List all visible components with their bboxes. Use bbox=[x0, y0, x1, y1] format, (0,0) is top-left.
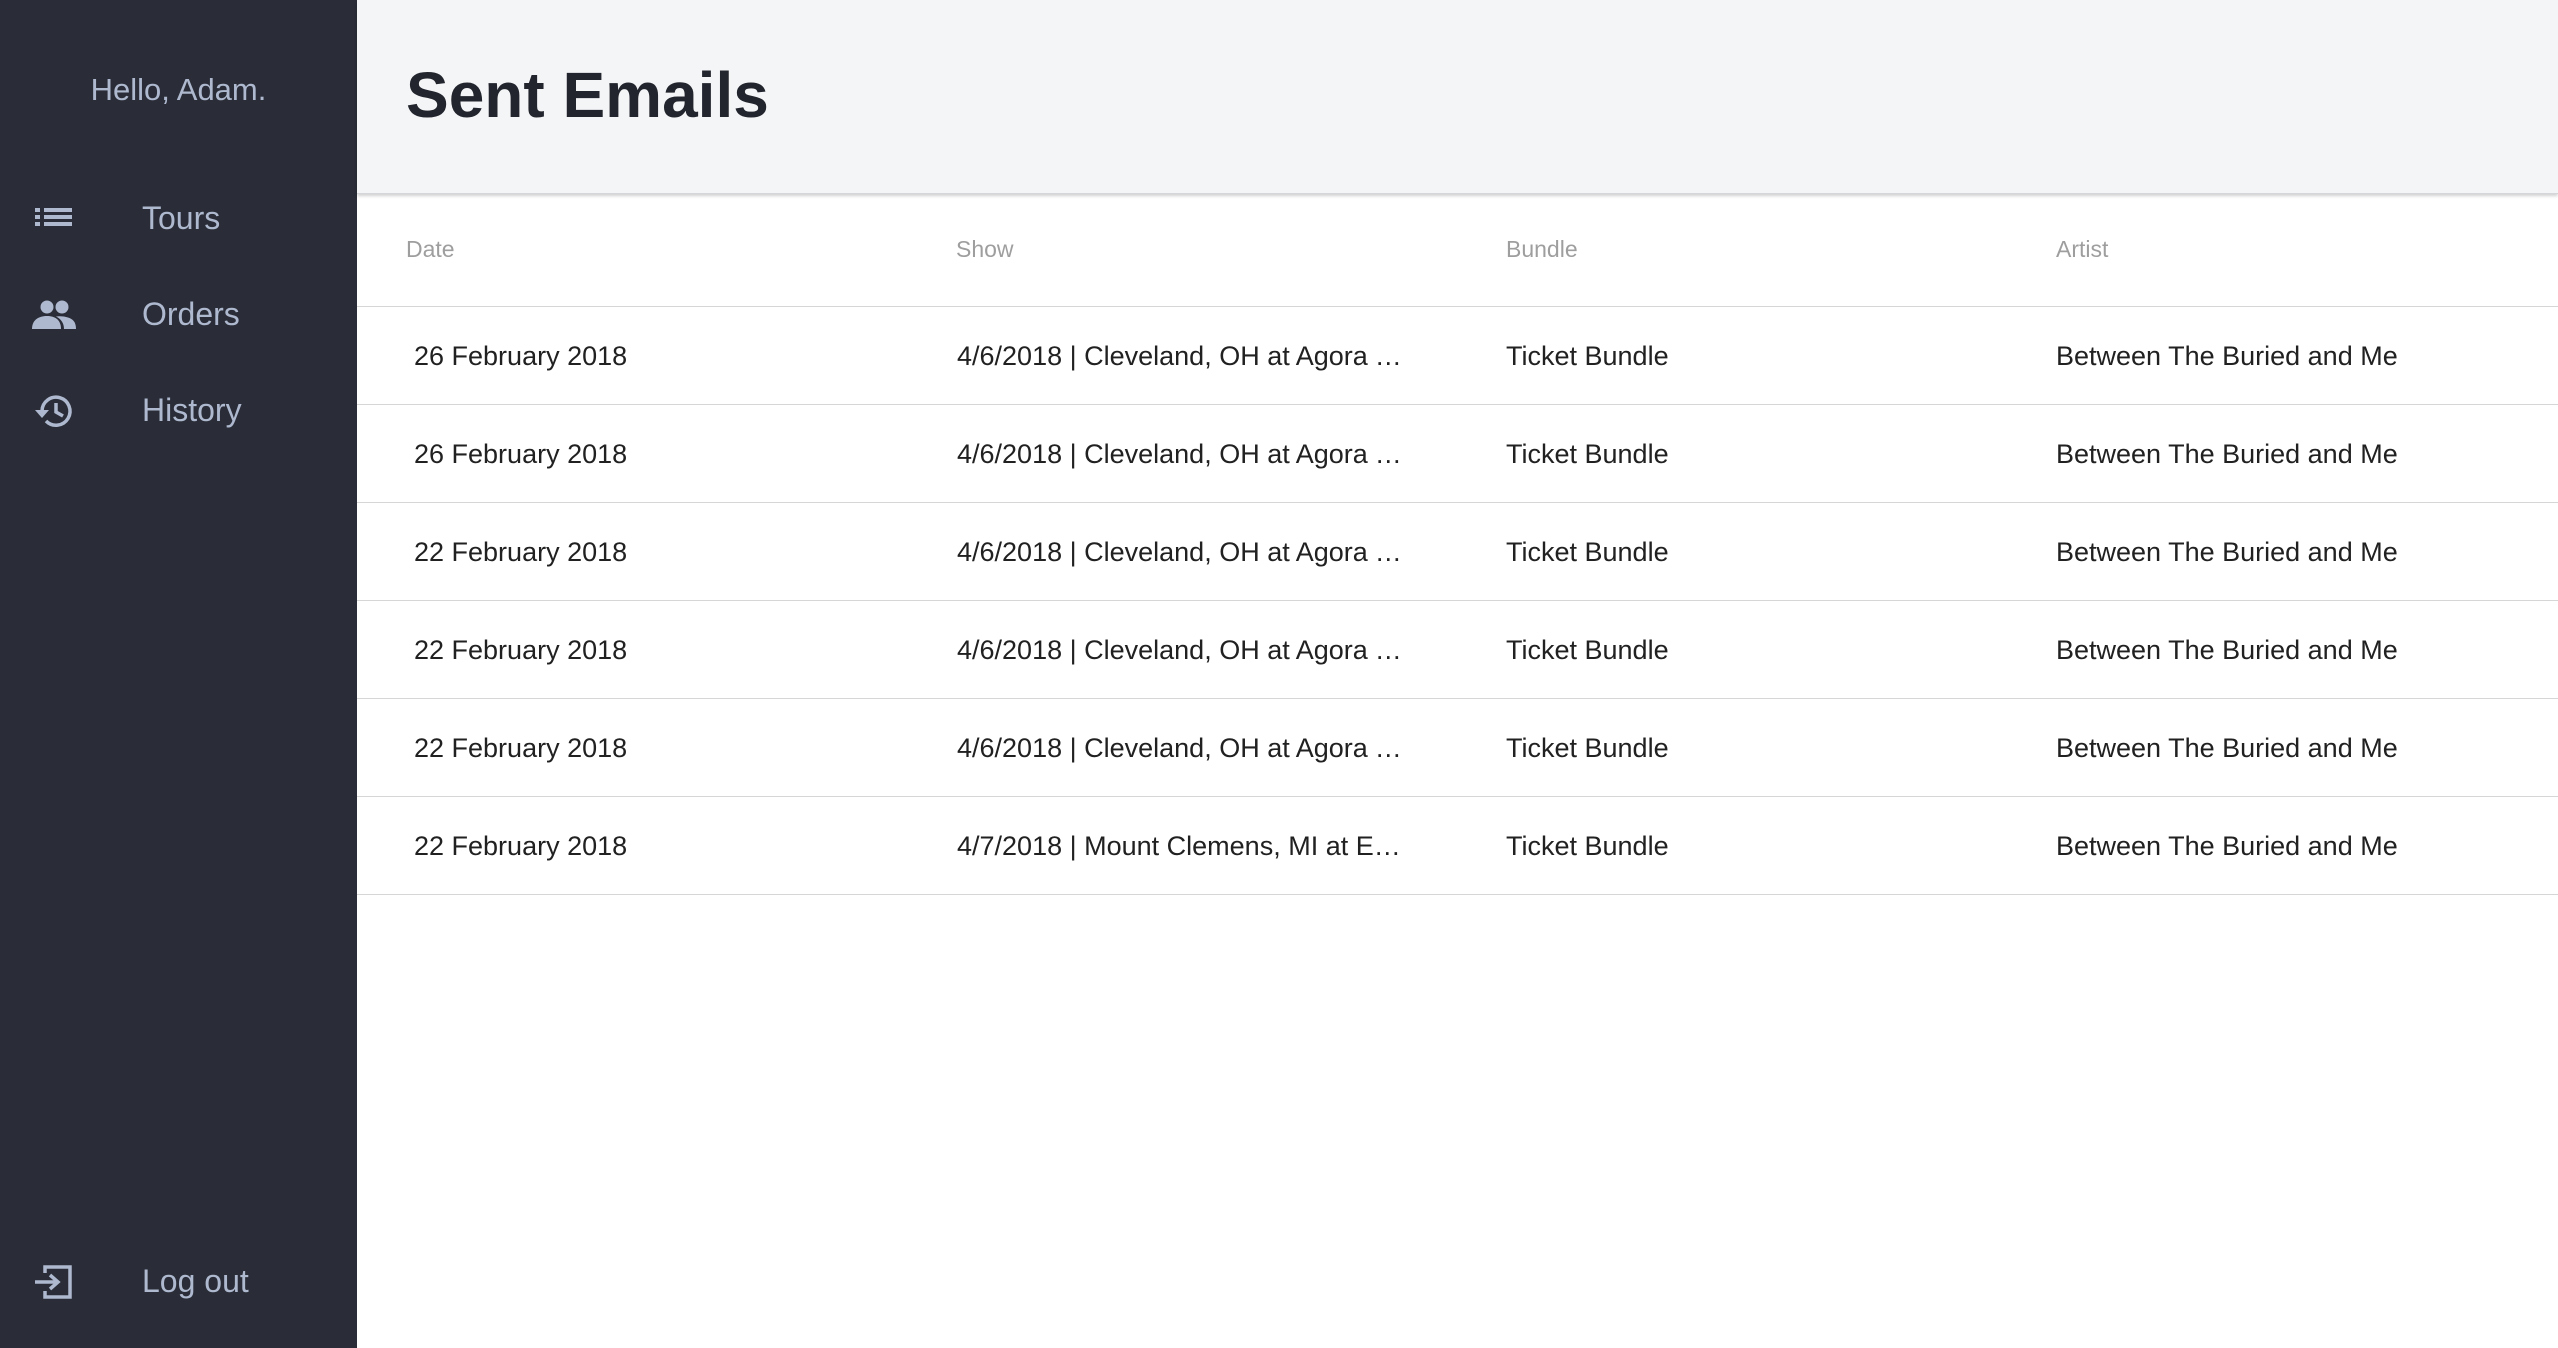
cell-show: 4/6/2018 | Cleveland, OH at Agora Theatr… bbox=[957, 733, 1407, 763]
table-row[interactable]: 22 February 2018 4/7/2018 | Mount Clemen… bbox=[357, 797, 2558, 895]
sidebar-item-orders[interactable]: Orders bbox=[0, 270, 357, 360]
cell-bundle: Ticket Bundle bbox=[1506, 341, 1669, 371]
cell-date: 26 February 2018 bbox=[414, 439, 628, 469]
cell-date: 22 February 2018 bbox=[414, 537, 628, 567]
cell-artist: Between The Buried and Me bbox=[2056, 831, 2398, 861]
sidebar-item-label: Orders bbox=[142, 296, 240, 332]
page-title: Sent Emails bbox=[406, 59, 769, 131]
table-row[interactable]: 22 February 2018 4/6/2018 | Cleveland, O… bbox=[357, 601, 2558, 699]
table-row[interactable]: 26 February 2018 4/6/2018 | Cleveland, O… bbox=[357, 405, 2558, 503]
table-row[interactable]: 22 February 2018 4/6/2018 | Cleveland, O… bbox=[357, 699, 2558, 797]
logout-icon bbox=[30, 1264, 78, 1300]
cell-date: 26 February 2018 bbox=[414, 341, 628, 371]
cell-show: 4/6/2018 | Cleveland, OH at Agora Theatr… bbox=[957, 537, 1407, 567]
cell-bundle: Ticket Bundle bbox=[1506, 733, 1669, 763]
column-header-date[interactable]: Date bbox=[406, 234, 455, 264]
cell-bundle: Ticket Bundle bbox=[1506, 635, 1669, 665]
cell-artist: Between The Buried and Me bbox=[2056, 635, 2398, 665]
history-icon bbox=[30, 393, 78, 429]
main-content: Sent Emails Date Show Bundle Artist 26 F… bbox=[357, 0, 2558, 1348]
column-header-bundle[interactable]: Bundle bbox=[1506, 234, 1578, 264]
cell-bundle: Ticket Bundle bbox=[1506, 831, 1669, 861]
cell-artist: Between The Buried and Me bbox=[2056, 733, 2398, 763]
logout-label: Log out bbox=[142, 1263, 249, 1299]
sidebar-item-tours[interactable]: Tours bbox=[0, 174, 357, 264]
cell-show: 4/6/2018 | Cleveland, OH at Agora Theatr… bbox=[957, 439, 1407, 469]
page-header: Sent Emails bbox=[357, 0, 2558, 194]
cell-artist: Between The Buried and Me bbox=[2056, 439, 2398, 469]
cell-date: 22 February 2018 bbox=[414, 635, 628, 665]
sidebar-item-history[interactable]: History bbox=[0, 366, 357, 456]
sidebar: Hello, Adam. Tours Orders History Log ou… bbox=[0, 0, 357, 1348]
table-row[interactable]: 22 February 2018 4/6/2018 | Cleveland, O… bbox=[357, 503, 2558, 601]
column-header-show[interactable]: Show bbox=[956, 234, 1406, 264]
cell-date: 22 February 2018 bbox=[414, 831, 628, 861]
list-icon bbox=[30, 201, 78, 237]
cell-bundle: Ticket Bundle bbox=[1506, 537, 1669, 567]
emails-table: Date Show Bundle Artist 26 February 2018… bbox=[357, 196, 2558, 895]
greeting: Hello, Adam. bbox=[90, 72, 267, 107]
column-header-artist[interactable]: Artist bbox=[2056, 234, 2108, 264]
people-icon bbox=[30, 297, 78, 333]
sidebar-item-label: History bbox=[142, 392, 242, 428]
table-header: Date Show Bundle Artist bbox=[357, 196, 2558, 307]
cell-date: 22 February 2018 bbox=[414, 733, 628, 763]
cell-artist: Between The Buried and Me bbox=[2056, 537, 2398, 567]
cell-show: 4/6/2018 | Cleveland, OH at Agora Theatr… bbox=[957, 635, 1407, 665]
cell-artist: Between The Buried and Me bbox=[2056, 341, 2398, 371]
cell-bundle: Ticket Bundle bbox=[1506, 439, 1669, 469]
cell-show: 4/7/2018 | Mount Clemens, MI at Emerald … bbox=[957, 831, 1407, 861]
cell-show: 4/6/2018 | Cleveland, OH at Agora Theatr… bbox=[957, 341, 1407, 371]
sidebar-item-label: Tours bbox=[142, 200, 221, 236]
logout-button[interactable]: Log out bbox=[0, 1237, 357, 1327]
table-row[interactable]: 26 February 2018 4/6/2018 | Cleveland, O… bbox=[357, 307, 2558, 405]
